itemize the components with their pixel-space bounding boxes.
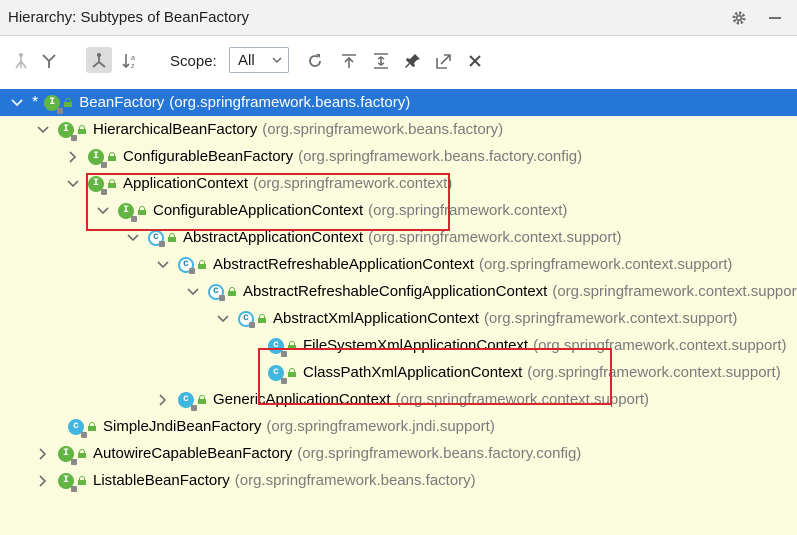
public-icon (198, 260, 206, 269)
package-name: (org.springframework.beans.factory.confi… (297, 445, 582, 462)
type-name: ListableBeanFactory (93, 472, 230, 489)
root-marker: * (32, 93, 39, 111)
package-name: (org.springframework.jndi.support) (266, 418, 495, 435)
supertypes-hierarchy-icon[interactable] (12, 52, 30, 70)
scope-select[interactable]: All (229, 47, 289, 73)
package-name: (org.springframework.context.support) (478, 256, 733, 273)
interface-icon (88, 148, 107, 168)
public-icon (168, 233, 176, 242)
class-icon (178, 391, 197, 411)
close-icon[interactable] (466, 52, 484, 70)
tree-row[interactable]: * BeanFactory (org.springframework.beans… (0, 89, 797, 116)
type-name: AbstractRefreshableApplicationContext (213, 256, 474, 273)
svg-text:z: z (131, 63, 135, 70)
window-title: Hierarchy: Subtypes of BeanFactory (8, 9, 249, 26)
type-name: SimpleJndiBeanFactory (103, 418, 262, 435)
type-name: AbstractRefreshableConfigApplicationCont… (243, 283, 548, 300)
tree-row[interactable]: AbstractRefreshableApplicationContext (o… (0, 251, 797, 278)
chevron-down-icon[interactable] (216, 312, 230, 326)
chevron-down-icon[interactable] (126, 231, 140, 245)
public-icon (228, 287, 236, 296)
export-icon[interactable] (434, 52, 452, 70)
package-name: (org.springframework.beans.factory) (169, 94, 411, 111)
sort-alphabetically-icon[interactable]: a z (122, 52, 140, 70)
highlight-box-application-context (86, 173, 450, 231)
chevron-down-icon[interactable] (10, 96, 24, 110)
scope-label: Scope: (170, 53, 217, 70)
chevron-right-icon[interactable] (156, 393, 170, 407)
public-icon (78, 476, 86, 485)
public-icon (88, 422, 96, 431)
type-name: AbstractApplicationContext (183, 229, 364, 246)
type-name: AbstractXmlApplicationContext (273, 310, 479, 327)
interface-icon (58, 472, 77, 492)
scope-value: All (238, 52, 255, 69)
tree-row[interactable]: HierarchicalBeanFactory (org.springframe… (0, 116, 797, 143)
hierarchy-tree[interactable]: * BeanFactory (org.springframework.beans… (0, 89, 797, 535)
gear-icon[interactable] (731, 10, 747, 26)
public-icon (258, 314, 266, 323)
chevron-down-icon (272, 57, 282, 64)
abstract-class-icon (238, 310, 255, 328)
type-name: BeanFactory (79, 94, 165, 111)
package-name: (org.springframework.beans.factory) (262, 121, 504, 138)
type-name: ConfigurableBeanFactory (123, 148, 294, 165)
tree-row[interactable]: ListableBeanFactory (org.springframework… (0, 467, 797, 494)
tree-row[interactable]: AutowireCapableBeanFactory (org.springfr… (0, 440, 797, 467)
title-bar: Hierarchy: Subtypes of BeanFactory (0, 0, 797, 36)
interface-icon (58, 445, 77, 465)
public-icon (78, 125, 86, 134)
class-icon (68, 418, 87, 438)
tree-row[interactable]: SimpleJndiBeanFactory (org.springframewo… (0, 413, 797, 440)
collapse-all-icon[interactable] (372, 52, 390, 70)
tree-row[interactable]: AbstractRefreshableConfigApplicationCont… (0, 278, 797, 305)
subtypes-hierarchy-icon[interactable] (90, 52, 108, 70)
chevron-right-icon[interactable] (66, 150, 80, 164)
chevron-down-icon[interactable] (186, 285, 200, 299)
chevron-right-icon[interactable] (36, 447, 50, 461)
package-name: (org.springframework.context.support) (368, 229, 622, 246)
tree-row[interactable]: ConfigurableBeanFactory (org.springframe… (0, 143, 797, 170)
toolbar (0, 36, 797, 89)
type-name: AutowireCapableBeanFactory (93, 445, 293, 462)
public-icon (64, 98, 73, 107)
interface-icon (44, 94, 64, 114)
package-name: (org.springframework.beans.factory) (234, 472, 476, 489)
public-icon (198, 395, 206, 404)
chevron-down-icon[interactable] (36, 123, 50, 137)
abstract-class-icon (148, 229, 165, 247)
highlight-box-xml-contexts (258, 348, 612, 405)
type-name: HierarchicalBeanFactory (93, 121, 258, 138)
merge-icon[interactable] (40, 52, 58, 70)
public-icon (78, 449, 86, 458)
chevron-down-icon[interactable] (156, 258, 170, 272)
minimize-icon[interactable] (767, 8, 797, 28)
interface-icon (58, 121, 77, 141)
tree-row[interactable]: AbstractXmlApplicationContext (org.sprin… (0, 305, 797, 332)
public-icon (108, 152, 116, 161)
package-name: (org.springframework.context.support) (483, 310, 738, 327)
svg-text:a: a (131, 55, 135, 62)
chevron-right-icon[interactable] (36, 474, 50, 488)
package-name: (org.springframework.context.support) (552, 283, 797, 300)
abstract-class-icon (178, 256, 195, 274)
chevron-down-icon[interactable] (66, 177, 80, 191)
expand-all-icon[interactable] (340, 52, 358, 70)
refresh-icon[interactable] (306, 52, 324, 70)
abstract-class-icon (208, 283, 225, 301)
package-name: (org.springframework.beans.factory.confi… (298, 148, 583, 165)
pin-icon[interactable] (404, 52, 422, 70)
